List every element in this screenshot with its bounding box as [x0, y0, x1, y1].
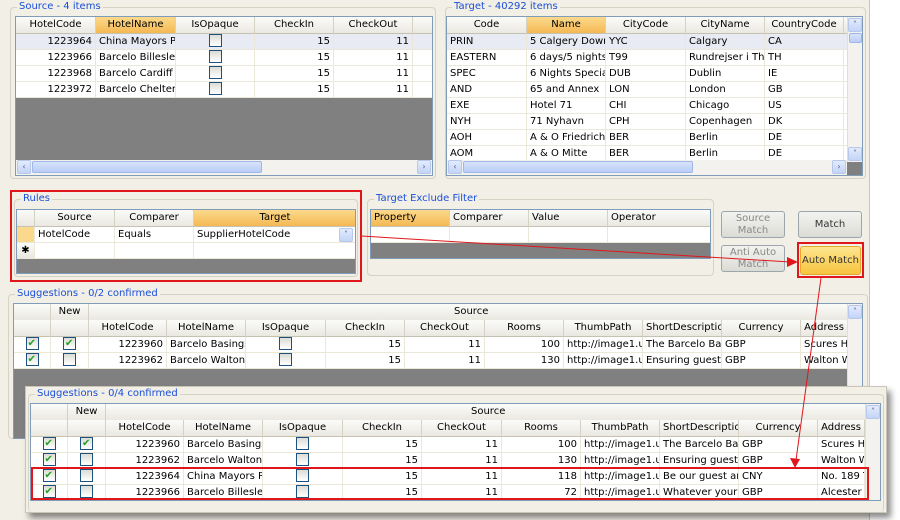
- arrow-head-icon: [790, 458, 800, 468]
- annotation-arrows: [360, 235, 822, 468]
- arrow-rules-to-automatch: [360, 235, 791, 263]
- arrow-automatch-to-results: [795, 277, 822, 461]
- arrow-head-icon: [787, 257, 798, 267]
